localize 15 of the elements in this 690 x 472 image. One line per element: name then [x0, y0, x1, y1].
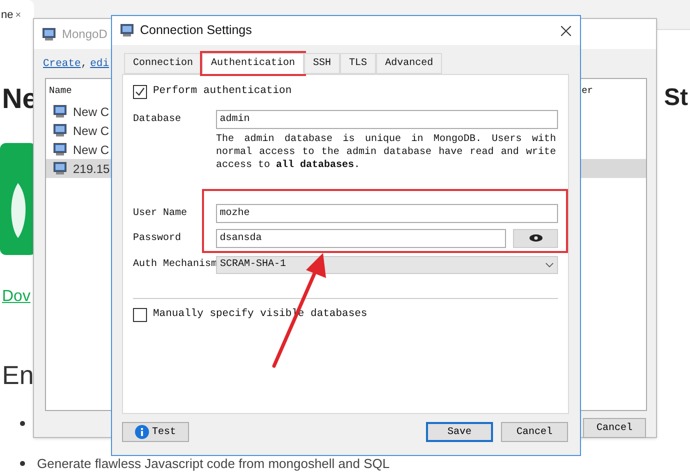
tab-title: ne	[1, 8, 14, 23]
bullet-text: Generate flawless Javascript code from mongoshell and SQL	[37, 456, 390, 471]
field-label: User Name	[133, 206, 188, 221]
field-label: Auth Mechanism	[133, 258, 216, 272]
column-header: er	[582, 84, 593, 98]
window-title: MongoD	[62, 26, 108, 43]
separator-text: ,	[80, 57, 88, 72]
help-text: The admin database is unique in MongoDB. Users with normal access to the admin database have read and write access to all databases.	[216, 132, 556, 172]
field-label: Database	[133, 112, 182, 127]
column-header: Name	[49, 84, 72, 98]
checkbox-label: Perform authentication	[153, 84, 292, 99]
section-heading: En	[2, 359, 34, 392]
dialog-title: Connection Settings	[140, 22, 252, 40]
page-heading: St	[664, 83, 688, 113]
field-label: Password	[133, 232, 182, 246]
